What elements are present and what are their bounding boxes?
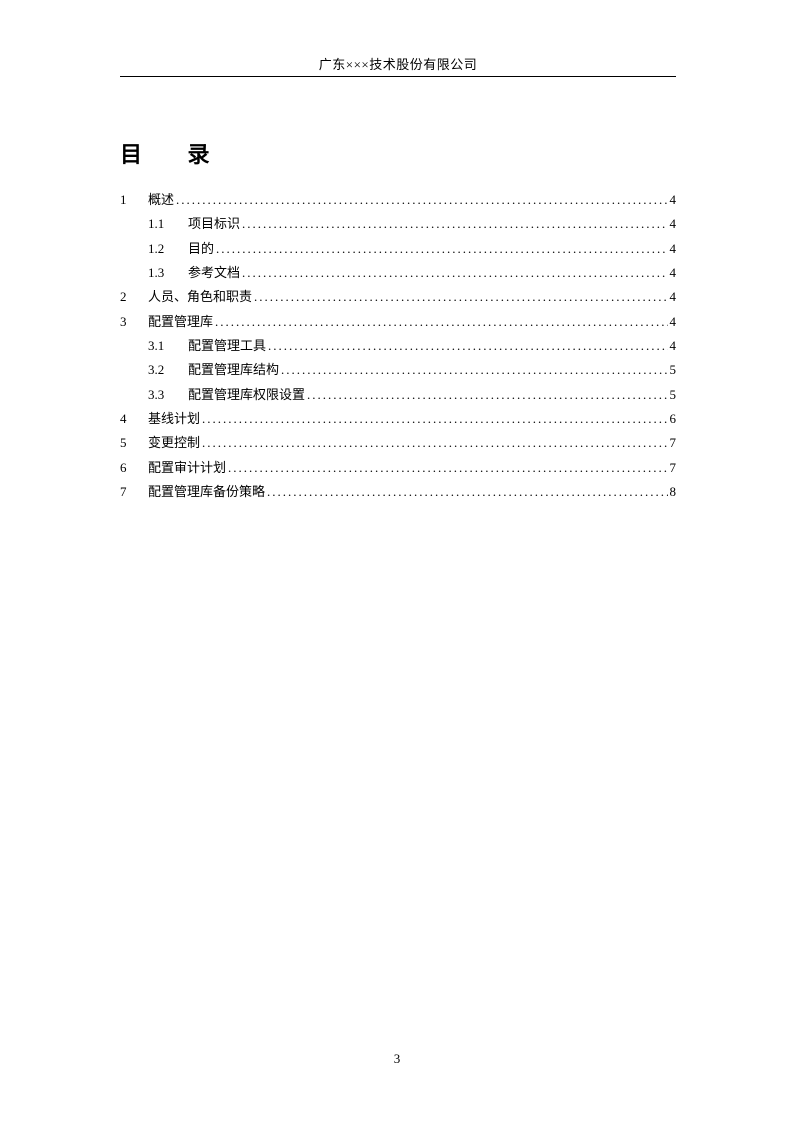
toc-dots — [226, 459, 667, 478]
toc-entry: 7配置管理库备份策略 8 — [120, 483, 676, 502]
toc-dots — [305, 386, 667, 405]
toc-entry: 1.2目的 4 — [120, 240, 676, 259]
toc-dots — [266, 337, 667, 356]
toc-entry-page: 8 — [668, 483, 677, 502]
toc-entry-label: 人员、角色和职责 — [148, 288, 252, 307]
toc-entry-label: 目的 — [188, 240, 214, 259]
toc-entry-label: 配置管理库结构 — [188, 361, 279, 380]
toc-dots — [213, 313, 667, 332]
toc-entry-label: 配置管理库 — [148, 313, 213, 332]
toc-dots — [252, 288, 667, 307]
toc-entry-page: 5 — [668, 386, 677, 405]
toc-entry: 1.3参考文档 4 — [120, 264, 676, 283]
toc-title: 目 录 — [120, 137, 230, 169]
toc-entry-label: 参考文档 — [188, 264, 240, 283]
toc-entry: 3.2配置管理库结构 5 — [120, 361, 676, 380]
toc-entry: 1.1项目标识 4 — [120, 215, 676, 234]
toc-dots — [200, 410, 667, 429]
toc-entry-number: 4 — [120, 410, 148, 429]
toc-entry-number: 3.1 — [148, 337, 188, 356]
toc-dots — [240, 264, 667, 283]
toc-entry-number: 2 — [120, 288, 148, 307]
toc-entry-page: 4 — [668, 191, 677, 210]
toc-entry-number: 1.2 — [148, 240, 188, 259]
toc-dots — [214, 240, 667, 259]
toc-entry-page: 6 — [668, 410, 677, 429]
toc-entry: 2人员、角色和职责 4 — [120, 288, 676, 307]
toc-entry-label: 配置审计计划 — [148, 459, 226, 478]
toc-entry: 4基线计划 6 — [120, 410, 676, 429]
toc-entry-page: 7 — [668, 434, 677, 453]
page-header: 广东×××技术股份有限公司 — [120, 54, 676, 77]
toc-entry-number: 3.2 — [148, 361, 188, 380]
toc-entry-page: 7 — [668, 459, 677, 478]
toc-entry-label: 配置管理库备份策略 — [148, 483, 265, 502]
toc-entry-number: 5 — [120, 434, 148, 453]
toc-entry-label: 配置管理工具 — [188, 337, 266, 356]
toc-entry-label: 配置管理库权限设置 — [188, 386, 305, 405]
page-number: 3 — [0, 1051, 794, 1067]
toc-entry-page: 4 — [668, 215, 677, 234]
toc-entry-number: 3.3 — [148, 386, 188, 405]
table-of-contents: 1概述41.1项目标识41.2目的41.3参考文档42人员、角色和职责43配置管… — [120, 191, 676, 507]
toc-entry-label: 概述 — [148, 191, 174, 210]
toc-entry-label: 基线计划 — [148, 410, 200, 429]
toc-entry: 1概述 4 — [120, 191, 676, 210]
toc-dots — [174, 191, 667, 210]
toc-entry-page: 4 — [668, 288, 677, 307]
toc-entry-page: 5 — [668, 361, 677, 380]
toc-dots — [240, 215, 667, 234]
toc-entry-number: 1 — [120, 191, 148, 210]
toc-entry-number: 3 — [120, 313, 148, 332]
toc-dots — [265, 483, 667, 502]
toc-entry-number: 1.1 — [148, 215, 188, 234]
toc-entry: 3.3配置管理库权限设置 5 — [120, 386, 676, 405]
toc-dots — [279, 361, 667, 380]
company-name: 广东×××技术股份有限公司 — [319, 57, 478, 72]
toc-entry: 3.1配置管理工具 4 — [120, 337, 676, 356]
toc-entry: 3配置管理库 4 — [120, 313, 676, 332]
toc-entry: 5变更控制 7 — [120, 434, 676, 453]
toc-entry-number: 6 — [120, 459, 148, 478]
toc-entry: 6配置审计计划 7 — [120, 459, 676, 478]
toc-entry-number: 7 — [120, 483, 148, 502]
toc-dots — [200, 434, 667, 453]
toc-entry-page: 4 — [668, 337, 677, 356]
toc-entry-number: 1.3 — [148, 264, 188, 283]
toc-entry-page: 4 — [668, 313, 677, 332]
toc-entry-label: 项目标识 — [188, 215, 240, 234]
toc-entry-page: 4 — [668, 240, 677, 259]
toc-entry-page: 4 — [668, 264, 677, 283]
toc-entry-label: 变更控制 — [148, 434, 200, 453]
